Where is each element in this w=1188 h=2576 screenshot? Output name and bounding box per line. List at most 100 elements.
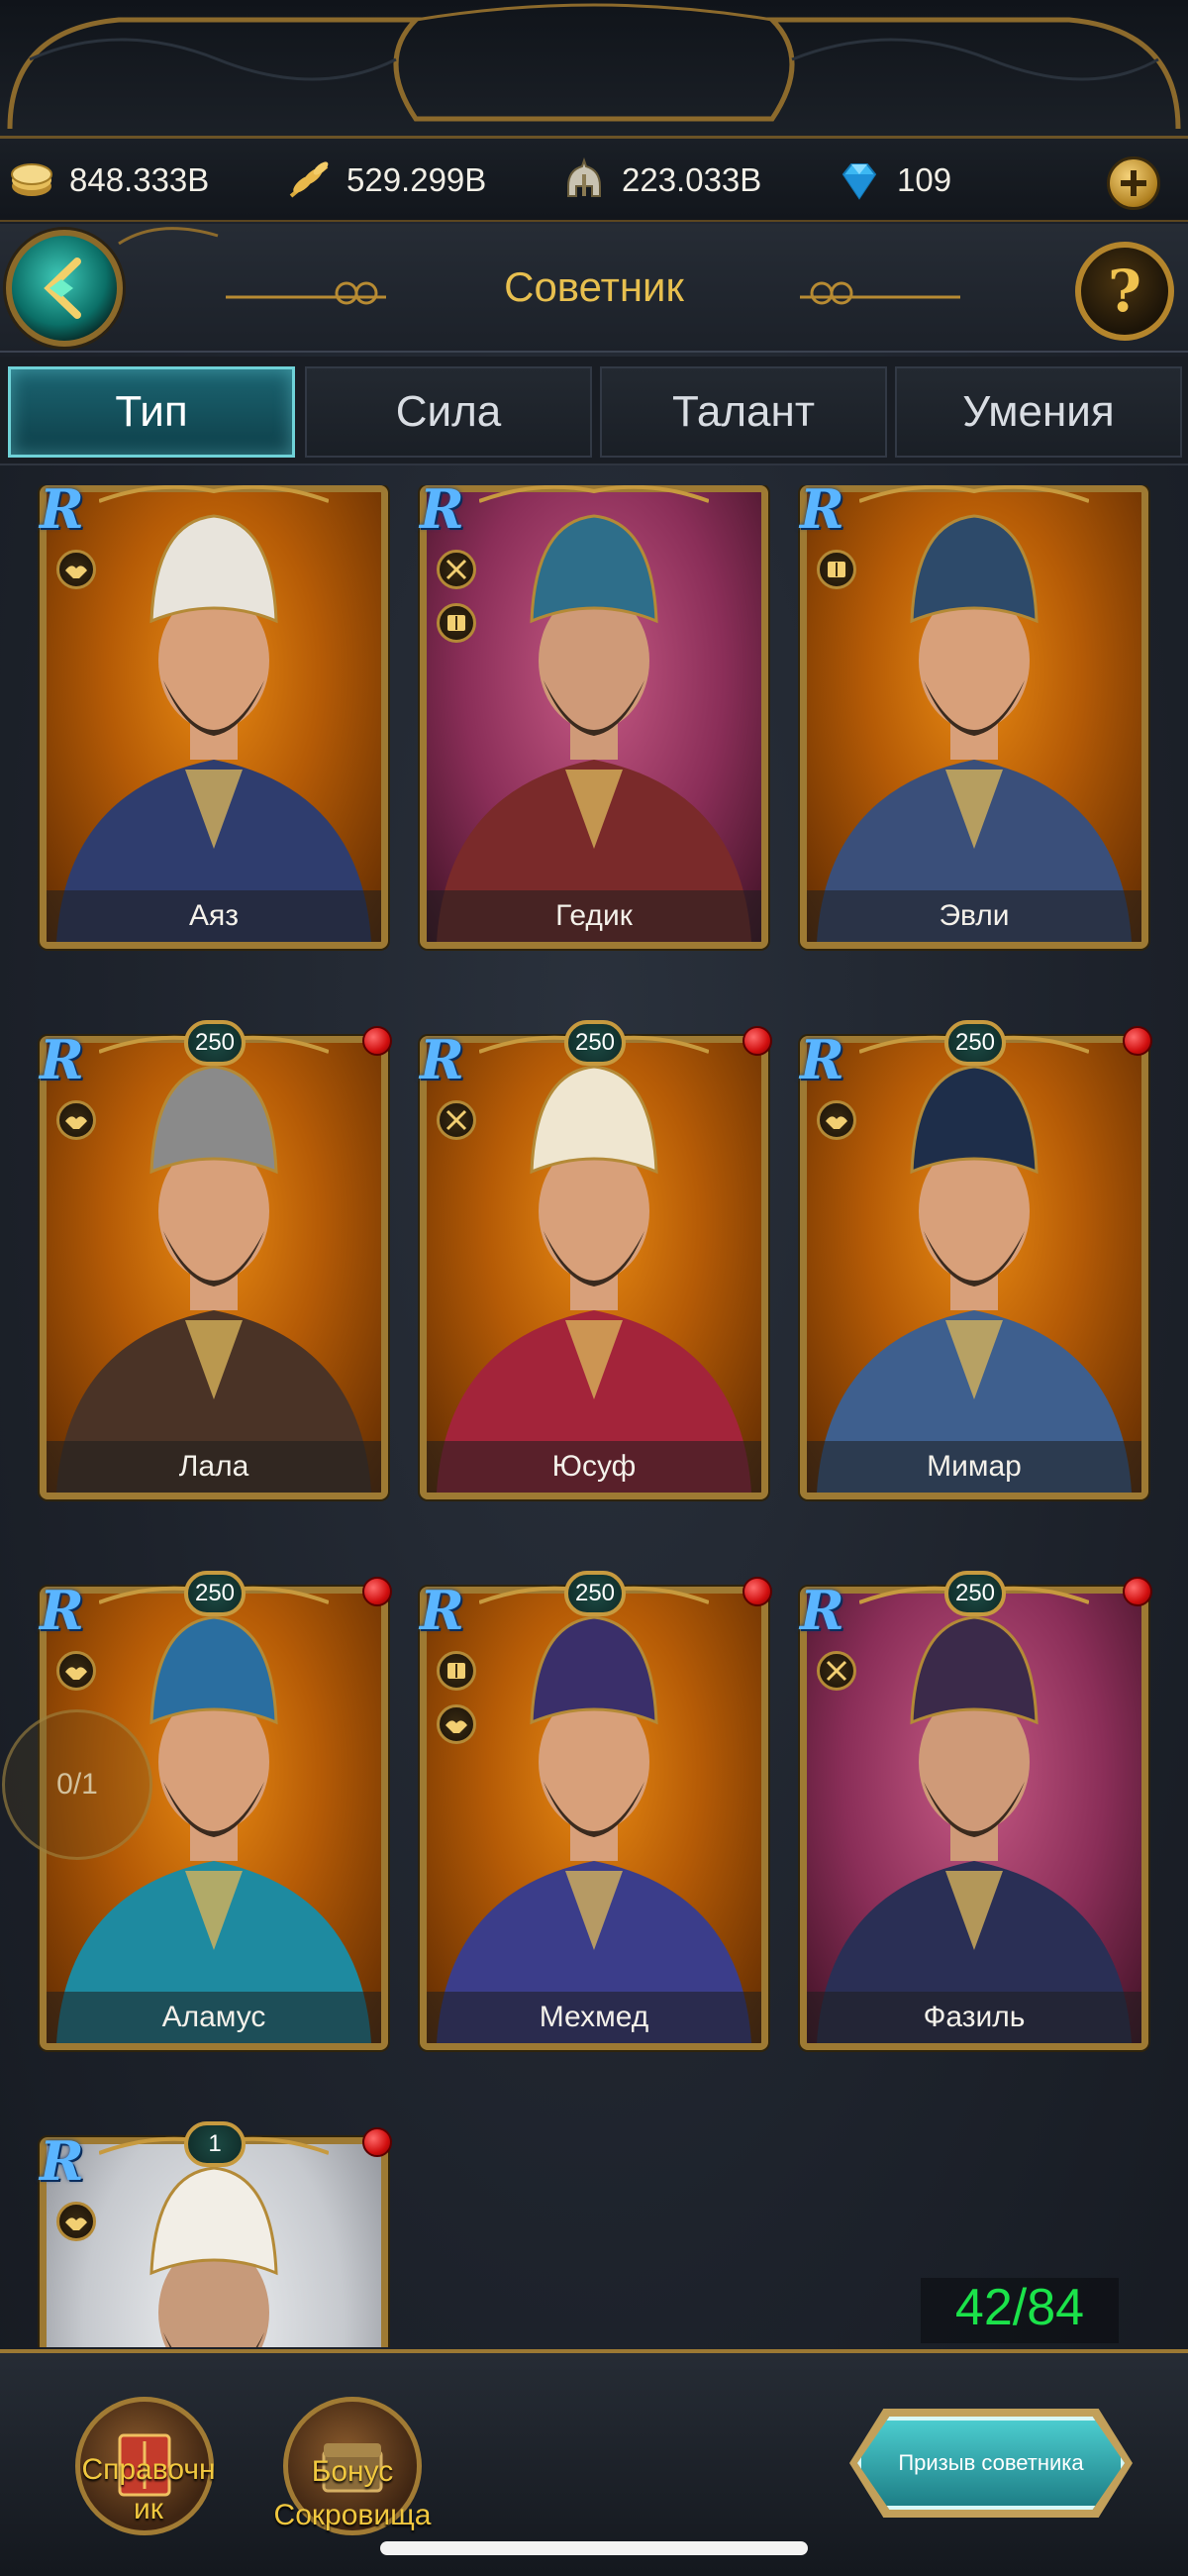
rarity-badge: R: [420, 485, 464, 541]
advisor-card[interactable]: Лала R 250: [40, 1020, 392, 1499]
advisor-portrait: [56, 514, 371, 942]
handshake-icon: [65, 2217, 87, 2230]
resource-gems: 109: [836, 156, 951, 204]
grain-value: 529.299B: [346, 161, 487, 198]
level-badge: 250: [564, 1020, 626, 1066]
card-frame: Мехмед: [420, 1587, 768, 2050]
advisor-name: Фазиль: [807, 1992, 1141, 2043]
type-badge: [437, 1651, 476, 1691]
notification-dot: [742, 1577, 772, 1606]
notification-dot: [362, 1026, 392, 1056]
plus-icon: [1121, 170, 1146, 196]
tab-bar: Тип Сила Талант Умения: [0, 357, 1188, 465]
advisor-portrait: [817, 514, 1132, 942]
type-badge: [56, 1100, 96, 1140]
book-icon: [447, 615, 465, 631]
type-badge: [437, 603, 476, 643]
question-mark-icon: ?: [1108, 258, 1141, 325]
book-icon: [828, 562, 845, 577]
handshake-icon: [65, 1667, 87, 1680]
resource-gold: 848.333B: [8, 156, 209, 204]
rarity-badge: R: [800, 1028, 844, 1091]
rarity-badge: R: [40, 2129, 84, 2193]
coins-icon: [11, 163, 52, 196]
advisor-name: Юсуф: [427, 1441, 761, 1493]
advisor-card[interactable]: Аяз R: [40, 485, 388, 949]
advisor-name: Аламус: [47, 1992, 381, 2043]
advisor-card[interactable]: Мимар R 250: [800, 1020, 1152, 1499]
handshake-icon: [826, 1116, 847, 1129]
notification-dot: [742, 1026, 772, 1056]
handshake-icon: [446, 1720, 467, 1733]
rarity-badge: R: [40, 1028, 84, 1091]
card-crest: [99, 485, 329, 503]
type-badge: [56, 1651, 96, 1691]
level-badge: 250: [184, 1571, 246, 1616]
help-button[interactable]: ?: [1075, 242, 1174, 341]
level-badge: 250: [184, 1020, 246, 1066]
side-counter[interactable]: 0/1: [2, 1709, 152, 1860]
advisor-card[interactable]: Гедик R: [420, 485, 768, 949]
advisor-portrait: [817, 1065, 1132, 1493]
troops-value: 223.033B: [622, 161, 762, 198]
advisor-card[interactable]: Эвли R: [800, 485, 1148, 949]
tab-power[interactable]: Сила: [305, 366, 592, 458]
advisor-grid: Аяз R Гедик R Эвли R Лала R 250 Юсуф R 250 Мимар R 250…: [0, 485, 1188, 2347]
card-frame: Мимар: [800, 1036, 1148, 1499]
advisor-card[interactable]: Фазиль R 250: [800, 1571, 1152, 2050]
swords-icon: [446, 1109, 467, 1131]
card-frame: Лала: [40, 1036, 388, 1499]
home-indicator[interactable]: [380, 2541, 808, 2555]
handshake-icon: [65, 1116, 87, 1129]
resource-troops: 223.033B: [560, 156, 761, 204]
advisor-card[interactable]: Мехмед R 250: [420, 1571, 772, 2050]
advisor-count: 42/84: [921, 2278, 1119, 2343]
card-crest: [859, 485, 1089, 503]
advisor-name: Мимар: [807, 1441, 1141, 1493]
advisor-card[interactable]: Юсуф R 250: [420, 1020, 772, 1499]
advisor-portrait: [437, 1615, 751, 2043]
page-title: Советник: [504, 263, 684, 310]
level-badge: 250: [944, 1020, 1006, 1066]
rarity-badge: R: [420, 1028, 464, 1091]
tab-talent[interactable]: Талант: [600, 366, 887, 458]
add-resources-button[interactable]: [1107, 156, 1160, 210]
advisor-name: Аяз: [47, 890, 381, 942]
rarity-badge: R: [420, 1579, 464, 1642]
tab-type[interactable]: Тип: [8, 366, 295, 458]
handshake-icon: [65, 566, 87, 578]
swords-icon: [826, 1660, 847, 1682]
bonus-label: Бонус: [311, 2455, 394, 2488]
notification-dot: [362, 1577, 392, 1606]
notification-dot: [1123, 1026, 1152, 1056]
card-frame: Аяз: [40, 485, 388, 949]
rarity-badge: R: [40, 485, 84, 541]
rarity-badge: R: [800, 1579, 844, 1642]
summon-advisor-button[interactable]: Призыв советника: [857, 2417, 1125, 2510]
advisor-portrait: [437, 514, 751, 942]
notification-dot: [362, 2127, 392, 2157]
type-badge: [437, 1704, 476, 1744]
type-badge: [56, 550, 96, 589]
card-frame: Гедик: [420, 485, 768, 949]
advisor-name: Лала: [47, 1441, 381, 1493]
top-ornament: [0, 0, 1188, 139]
level-badge: 250: [564, 1571, 626, 1616]
card-frame: Фазиль: [800, 1587, 1148, 2050]
card-frame: Эвли: [800, 485, 1148, 949]
advisor-card[interactable]: R1: [40, 2121, 392, 2347]
gems-value: 109: [897, 161, 952, 198]
advisor-name: Мехмед: [427, 1992, 761, 2043]
advisor-portrait: [437, 1065, 751, 1493]
swords-icon: [446, 559, 467, 580]
rarity-badge: R: [800, 485, 844, 541]
advisor-portrait: [56, 1065, 371, 1493]
treasure-label: Сокровища: [273, 2499, 432, 2531]
card-crest: [479, 485, 709, 503]
advisor-name: Эвли: [807, 890, 1141, 942]
notification-dot: [1123, 1577, 1152, 1606]
wheat-icon: [289, 161, 329, 198]
type-badge: [56, 2202, 96, 2241]
type-badge: [817, 1100, 856, 1140]
tab-skills[interactable]: Умения: [895, 366, 1182, 458]
